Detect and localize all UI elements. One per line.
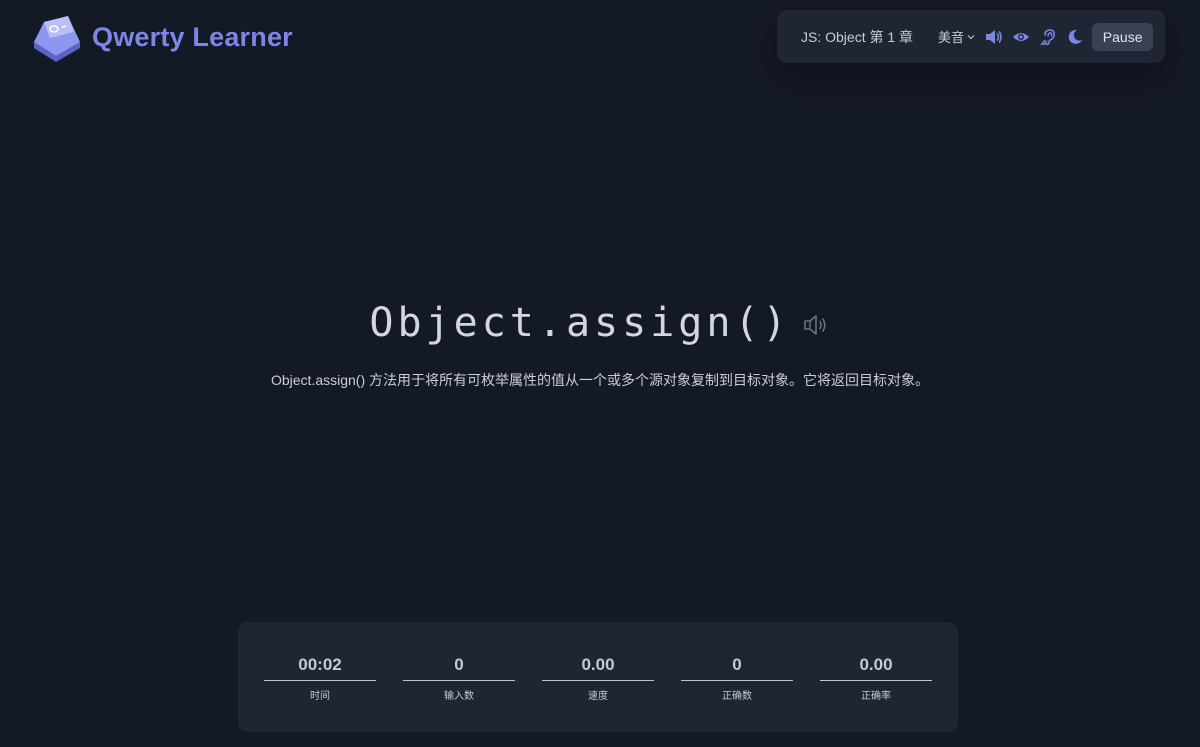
stat-label: 输入数 xyxy=(444,691,474,702)
stat-label: 正确数 xyxy=(722,691,752,702)
dictionary-chapter-selector[interactable]: JS: Object 第 1 章 xyxy=(801,27,913,47)
accent-label: 美音 xyxy=(938,30,965,45)
stat-value: 0 xyxy=(732,655,742,674)
stat-value: 0.00 xyxy=(859,655,893,674)
app-title: Qwerty Learner xyxy=(92,21,293,52)
stat-label: 速度 xyxy=(588,691,608,702)
speaker-icon[interactable] xyxy=(803,312,831,338)
stat-speed: 0.00 速度 xyxy=(542,622,654,732)
stat-value: 00:02 xyxy=(298,655,342,674)
eye-icon[interactable] xyxy=(1012,28,1030,46)
stat-label: 正确率 xyxy=(861,691,891,702)
word-display: Object.assign() xyxy=(0,300,1200,346)
app-logo[interactable]: Qwerty Learner xyxy=(30,12,293,62)
moon-icon[interactable] xyxy=(1066,28,1084,46)
chevron-down-icon xyxy=(967,34,975,39)
speaker-icon[interactable] xyxy=(985,28,1003,46)
stat-time: 00:02 时间 xyxy=(264,622,376,732)
word-translation: Object.assign() 方法用于将所有可枚举属性的值从一个或多个源对象复… xyxy=(270,372,930,388)
stat-value: 0.00 xyxy=(581,655,615,674)
divider xyxy=(681,680,793,681)
keycap-logo-icon xyxy=(34,16,80,62)
divider xyxy=(403,680,515,681)
stat-correct-count: 0 正确数 xyxy=(681,622,793,732)
stat-input-count: 0 输入数 xyxy=(403,622,515,732)
stat-label: 时间 xyxy=(310,691,330,702)
stat-accuracy: 0.00 正确率 xyxy=(820,622,932,732)
divider xyxy=(542,680,654,681)
top-toolbar: JS: Object 第 1 章 美音 Pause xyxy=(777,10,1165,63)
accent-selector[interactable]: 美音 xyxy=(938,27,975,46)
divider xyxy=(264,680,376,681)
current-word: Object.assign() xyxy=(369,300,791,346)
divider xyxy=(820,680,932,681)
pause-button[interactable]: Pause xyxy=(1092,22,1153,51)
stats-panel: 00:02 时间 0 输入数 0.00 速度 0 正确数 0.00 正确率 xyxy=(238,622,958,732)
hearing-icon[interactable] xyxy=(1039,28,1057,46)
stat-value: 0 xyxy=(454,655,464,674)
